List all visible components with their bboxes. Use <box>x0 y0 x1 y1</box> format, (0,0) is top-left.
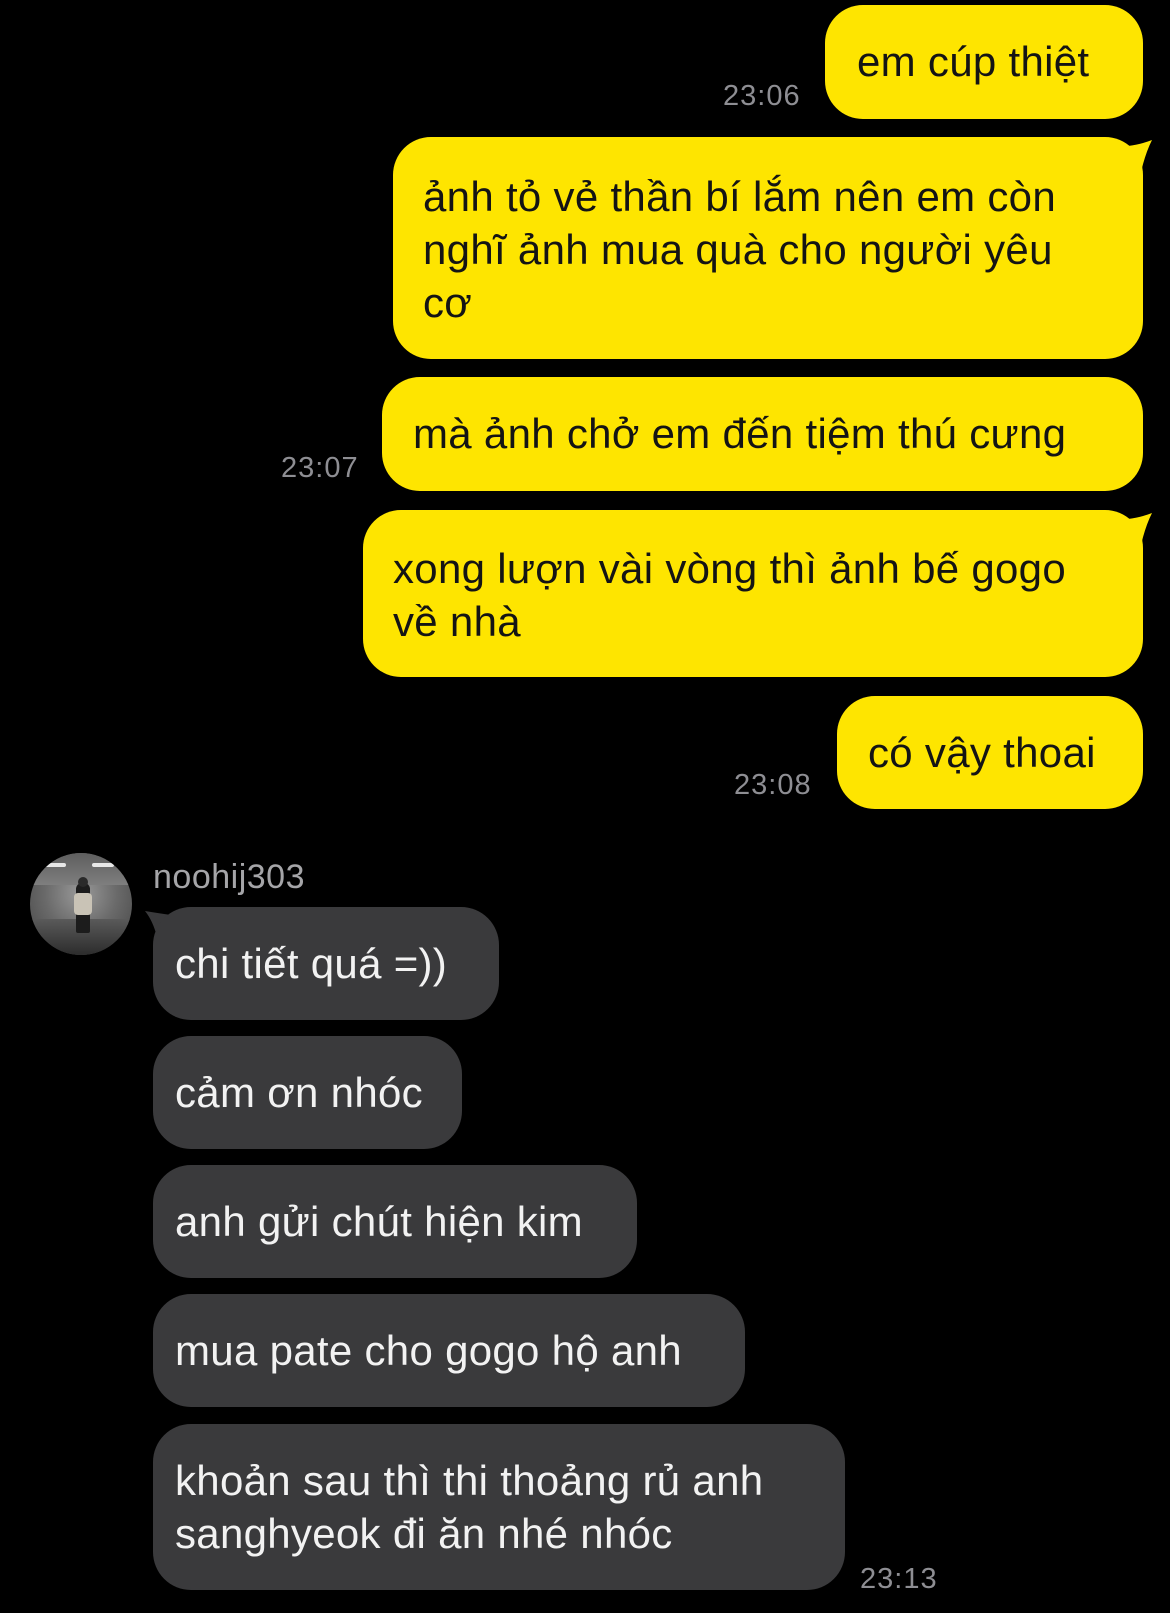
outgoing-message-bubble[interactable]: em cúp thiệt <box>825 5 1143 119</box>
message-timestamp: 23:06 <box>723 80 801 112</box>
message-text: nghĩ ảnh mua quà cho người yêu <box>423 226 1053 273</box>
avatar[interactable] <box>30 853 132 955</box>
incoming-message-bubble[interactable]: khoản sau thì thi thoảng rủ anh sanghyeo… <box>153 1424 845 1590</box>
incoming-message-bubble[interactable]: anh gửi chút hiện kim <box>153 1165 637 1278</box>
sender-name: noohij303 <box>153 858 305 896</box>
message-text: anh gửi chút hiện kim <box>175 1198 583 1245</box>
avatar-photo-light <box>44 863 66 867</box>
message-text: khoản sau thì thi thoảng rủ anh <box>175 1457 764 1504</box>
message-text: ảnh tỏ vẻ thần bí lắm nên em còn <box>423 173 1056 220</box>
outgoing-message-bubble[interactable]: xong lượn vài vòng thì ảnh bế gogo về nh… <box>363 510 1143 677</box>
message-timestamp: 23:13 <box>860 1563 938 1595</box>
bubble-tail-icon <box>1128 513 1156 541</box>
incoming-message-bubble[interactable]: chi tiết quá =)) <box>153 907 499 1020</box>
outgoing-message-bubble[interactable]: mà ảnh chở em đến tiệm thú cưng <box>382 377 1143 491</box>
message-text: mua pate cho gogo hộ anh <box>175 1327 682 1374</box>
avatar-photo-coat <box>74 893 92 915</box>
message-text: em cúp thiệt <box>857 38 1090 85</box>
incoming-message-bubble[interactable]: cảm ơn nhóc <box>153 1036 462 1149</box>
avatar-photo-light <box>92 863 114 867</box>
message-text: xong lượn vài vòng thì ảnh bế gogo <box>393 545 1066 592</box>
incoming-message-bubble[interactable]: mua pate cho gogo hộ anh <box>153 1294 745 1407</box>
chat-thread: 23:06 em cúp thiệt ảnh tỏ vẻ thần bí lắm… <box>0 0 1170 1613</box>
message-text: cảm ơn nhóc <box>175 1069 423 1116</box>
message-text: về nhà <box>393 598 521 645</box>
message-timestamp: 23:08 <box>734 769 812 801</box>
message-text: chi tiết quá =)) <box>175 940 448 987</box>
message-text: có vậy thoai <box>868 729 1096 776</box>
message-text: cơ <box>423 279 473 326</box>
message-timestamp: 23:07 <box>281 452 359 484</box>
message-text: mà ảnh chở em đến tiệm thú cưng <box>413 410 1067 457</box>
message-text: sanghyeok đi ăn nhé nhóc <box>175 1510 673 1557</box>
avatar-photo-head <box>78 877 88 887</box>
bubble-tail-icon <box>1128 140 1156 168</box>
outgoing-message-bubble[interactable]: có vậy thoai <box>837 696 1143 809</box>
outgoing-message-bubble[interactable]: ảnh tỏ vẻ thần bí lắm nên em còn nghĩ ản… <box>393 137 1143 359</box>
